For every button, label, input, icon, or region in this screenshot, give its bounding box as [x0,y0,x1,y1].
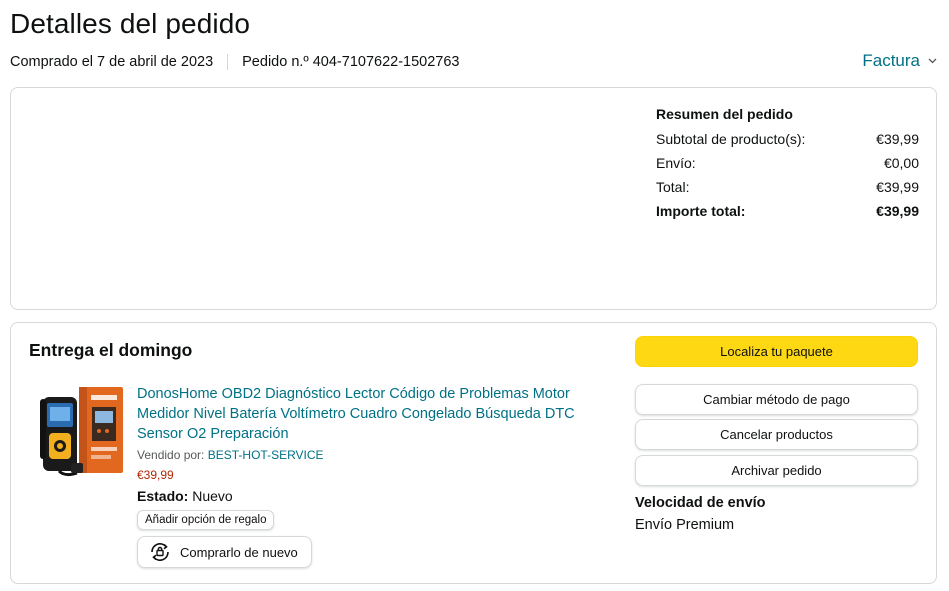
seller-link[interactable]: BEST-HOT-SERVICE [208,448,324,462]
product-image[interactable] [37,385,127,477]
summary-value: €0,00 [883,155,919,171]
product-title-link[interactable]: DonosHome OBD2 Diagnóstico Lector Código… [137,384,587,444]
buy-again-button[interactable]: Comprarlo de nuevo [137,536,312,568]
product-info: DonosHome OBD2 Diagnóstico Lector Código… [137,384,587,568]
invoice-dropdown[interactable]: Factura [862,51,937,71]
order-number: Pedido n.º 404-7107622-1502763 [242,54,460,70]
summary-value: €39,99 [876,203,919,219]
summary-label: Total: [656,179,690,195]
summary-label: Envío: [656,155,696,171]
invoice-label: Factura [862,51,920,70]
shipping-speed-title: Velocidad de envío [635,495,766,511]
chevron-down-icon [928,58,937,64]
summary-row-grand-total: Importe total: €39,99 [656,201,919,221]
state-label: Estado: [137,488,189,504]
delivery-title: Entrega el domingo [29,340,193,360]
state-value: Nuevo [192,488,233,504]
summary-row-shipping: Envío: €0,00 [656,153,919,173]
buy-again-icon [151,542,169,562]
summary-label: Importe total: [656,203,746,219]
track-package-button[interactable]: Localiza tu paquete [635,336,918,367]
product-price: €39,99 [137,468,174,482]
buy-again-label: Comprarlo de nuevo [180,544,298,560]
product-state: Estado: Nuevo [137,488,587,504]
add-gift-option-button[interactable]: Añadir opción de regalo [137,510,275,530]
purchase-date: Comprado el 7 de abril de 2023 [10,54,214,70]
order-summary: Resumen del pedido Subtotal de producto(… [656,104,919,225]
order-meta: Comprado el 7 de abril de 2023 Pedido n.… [10,54,460,70]
summary-row-total: Total: €39,99 [656,177,919,197]
cancel-items-button[interactable]: Cancelar productos [635,419,918,450]
summary-row-subtotal: Subtotal de producto(s): €39,99 [656,129,919,149]
summary-value: €39,99 [876,179,919,195]
meta-divider [227,54,229,70]
summary-label: Subtotal de producto(s): [656,131,806,147]
seller-prefix: Vendido por: [137,448,205,462]
seller-line: Vendido por: BEST-HOT-SERVICE [137,448,587,462]
archive-order-button[interactable]: Archivar pedido [635,455,918,486]
order-summary-card: Resumen del pedido Subtotal de producto(… [10,87,937,310]
change-payment-button[interactable]: Cambiar método de pago [635,384,918,415]
summary-title: Resumen del pedido [656,106,793,122]
shipping-speed: Velocidad de envío Envío Premium [635,495,766,533]
delivery-card: Entrega el domingo DonosHome OBD2 Diagnó… [10,322,937,584]
summary-value: €39,99 [876,131,919,147]
shipping-speed-value: Envío Premium [635,517,735,533]
page-title: Detalles del pedido [10,8,251,39]
